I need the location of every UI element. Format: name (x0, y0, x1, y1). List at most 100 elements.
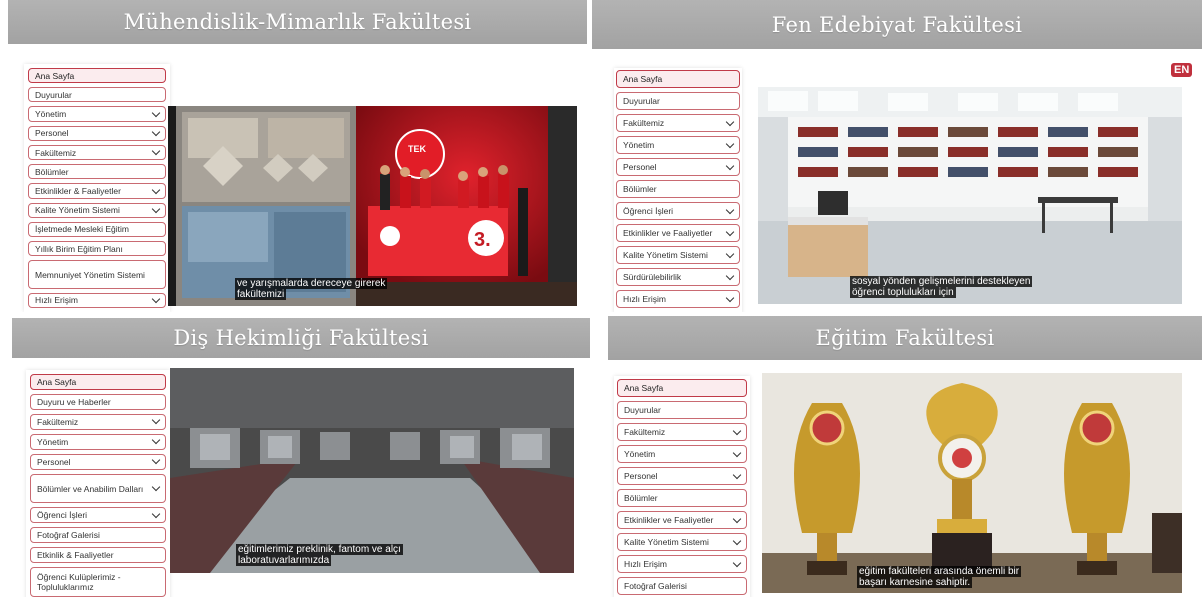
menu-item-label: Fakültemiz (37, 416, 79, 427)
menu-item-2[interactable]: Duyurular (616, 92, 740, 110)
menu-item-2[interactable]: Duyurular (28, 87, 166, 103)
chevron-down-icon[interactable] (151, 455, 161, 465)
chevron-down-icon[interactable] (151, 509, 161, 519)
menu-item-11[interactable]: Memnuniyet Yönetim Sistemi (28, 260, 166, 289)
menu-item-label: Etkinlikler ve Faaliyetler (623, 228, 713, 238)
menu-item-label: Yönetim (37, 436, 69, 447)
chevron-down-icon[interactable] (151, 146, 161, 156)
menu-item-10[interactable]: Öğrenci Kulüplerimiz - Topluluklarımız (30, 567, 166, 597)
chevron-down-icon[interactable] (725, 227, 735, 236)
chevron-down-icon[interactable] (725, 249, 735, 258)
menu-item-10[interactable]: Fotoğraf Galerisi (617, 577, 747, 595)
video-subtitle: sosyal yönden gelişmelerini destekleyen … (850, 276, 1033, 298)
menu-item-1[interactable]: Ana Sayfa (30, 374, 166, 390)
promo-video[interactable]: eğitim fakülteleri arasında önemli bir b… (762, 373, 1182, 593)
subtitle-line-1: eğitimlerimiz preklinik, fantom ve alçı (236, 544, 403, 555)
menu-item-4[interactable]: Yönetim (616, 136, 740, 154)
chevron-down-icon[interactable] (151, 185, 161, 194)
chevron-down-icon[interactable] (725, 117, 735, 126)
menu-item-4[interactable]: Yönetim (30, 433, 166, 450)
menu-item-label: Hızlı Erişim (624, 559, 667, 569)
menu-item-label: Duyurular (624, 405, 661, 415)
chevron-down-icon[interactable] (151, 127, 161, 137)
menu-item-5[interactable]: Personel (617, 467, 747, 485)
subtitle-line-2: fakültemizi (235, 289, 287, 300)
menu-item-9[interactable]: İşletmede Mesleki Eğitim (28, 221, 166, 238)
menu-item-5[interactable]: Personel (30, 453, 166, 470)
menu-item-2[interactable]: Duyurular (617, 401, 747, 419)
menu-item-3[interactable]: Fakültemiz (617, 423, 747, 441)
menu-item-1[interactable]: Ana Sayfa (616, 70, 740, 88)
menu-item-11[interactable]: Hızlı Erişim (616, 290, 740, 308)
menu-item-10[interactable]: Yıllık Birim Eğitim Planı (28, 241, 166, 257)
panel-fen-edebiyat: Fen Edebiyat Fakültesi EN Ana Sayfa Duyur… (592, 0, 1202, 312)
language-toggle-en[interactable]: EN (1171, 63, 1193, 77)
menu-item-1[interactable]: Ana Sayfa (617, 379, 747, 397)
menu-item-7[interactable]: Öğrenci İşleri (616, 202, 740, 220)
promo-video[interactable]: eğitimlerimiz preklinik, fantom ve alçı … (170, 368, 574, 573)
side-menu: Ana Sayfa Duyurular Yönetim Personel Fakülte… (24, 64, 170, 312)
menu-item-label: Duyuru ve Haberler (37, 396, 111, 407)
menu-item-label: Öğrenci Kulüplerimiz - Topluluklarımız (37, 572, 121, 593)
chevron-down-icon[interactable] (725, 271, 735, 280)
menu-item-12[interactable]: Hızlı Erişim (28, 292, 166, 309)
menu-item-label: Fotoğraf Galerisi (624, 581, 687, 591)
faculty-title-banner: Eğitim Fakültesi (608, 316, 1202, 360)
menu-item-label: Duyurular (35, 89, 72, 100)
menu-item-9[interactable]: Hızlı Erişim (617, 555, 747, 573)
promo-video[interactable]: sosyal yönden gelişmelerini destekleyen … (758, 87, 1182, 304)
menu-item-8[interactable]: Kalite Yönetim Sistemi (617, 533, 747, 551)
chevron-down-icon[interactable] (725, 161, 735, 170)
menu-item-label: Hızlı Erişim (623, 294, 666, 304)
menu-item-10[interactable]: Sürdürülebilirlik (616, 268, 740, 286)
menu-item-3[interactable]: Yönetim (28, 106, 166, 122)
menu-item-label: Öğrenci İşleri (37, 510, 88, 521)
side-menu: Ana Sayfa Duyurular Fakültemiz Yönetim Perso… (614, 68, 742, 312)
video-subtitle: ve yarışmalarda dereceye girerek fakülte… (235, 278, 388, 300)
promo-video[interactable]: TEK 3. ve yarışmalarda dereceye girerek … (168, 106, 577, 306)
chevron-down-icon[interactable] (151, 294, 161, 304)
chevron-down-icon[interactable] (151, 204, 161, 213)
chevron-down-icon[interactable] (732, 558, 742, 567)
panel-muhendislik-mimarlik: Mühendislik-Mimarlık Fakültesi Ana Sayfa… (8, 0, 587, 312)
chevron-down-icon[interactable] (725, 205, 735, 214)
menu-item-9[interactable]: Kalite Yönetim Sistemi (616, 246, 740, 264)
menu-item-6[interactable]: Bölümler (28, 164, 166, 180)
menu-item-label: Bölümler ve Anabilim Dalları (37, 483, 144, 494)
video-frame: TEK 3. (168, 106, 577, 306)
chevron-down-icon[interactable] (732, 426, 742, 435)
menu-item-label: Sürdürülebilirlik (623, 272, 682, 282)
menu-item-5[interactable]: Fakültemiz (28, 144, 166, 161)
subtitle-line-2: öğrenci toplulukları için (850, 287, 956, 298)
chevron-down-icon[interactable] (725, 139, 735, 148)
menu-item-3[interactable]: Fakültemiz (30, 413, 166, 430)
chevron-down-icon[interactable] (732, 536, 742, 545)
menu-item-8[interactable]: Etkinlikler ve Faaliyetler (616, 224, 740, 242)
menu-item-6[interactable]: Bölümler ve Anabilim Dalları (30, 473, 166, 504)
menu-item-3[interactable]: Fakültemiz (616, 114, 740, 132)
menu-item-4[interactable]: Yönetim (617, 445, 747, 463)
menu-item-8[interactable]: Kalite Yönetim Sistemi (28, 202, 166, 218)
chevron-down-icon[interactable] (732, 448, 742, 457)
menu-item-6[interactable]: Bölümler (616, 180, 740, 198)
menu-item-9[interactable]: Etkinlik & Faaliyetler (30, 547, 166, 564)
chevron-down-icon[interactable] (732, 470, 742, 479)
menu-item-1[interactable]: Ana Sayfa (28, 68, 166, 84)
chevron-down-icon[interactable] (151, 435, 161, 445)
chevron-down-icon[interactable] (151, 416, 161, 425)
chevron-down-icon[interactable] (725, 293, 735, 302)
menu-item-5[interactable]: Personel (616, 158, 740, 176)
chevron-down-icon[interactable] (151, 108, 161, 117)
video-subtitle: eğitim fakülteleri arasında önemli bir b… (857, 566, 1022, 588)
menu-item-7[interactable]: Etkinlikler ve Faaliyetler (617, 511, 747, 529)
menu-item-8[interactable]: Fotoğraf Galerisi (30, 527, 166, 544)
menu-item-6[interactable]: Bölümler (617, 489, 747, 507)
menu-item-2[interactable]: Duyuru ve Haberler (30, 393, 166, 410)
chevron-down-icon[interactable] (151, 482, 161, 492)
menu-item-4[interactable]: Personel (28, 125, 166, 141)
menu-item-7[interactable]: Etkinlikler & Faaliyetler (28, 183, 166, 199)
menu-item-label: Etkinlikler & Faaliyetler (35, 186, 121, 197)
chevron-down-icon[interactable] (732, 514, 742, 523)
menu-item-label: Ana Sayfa (623, 74, 663, 84)
menu-item-7[interactable]: Öğrenci İşleri (30, 507, 166, 524)
